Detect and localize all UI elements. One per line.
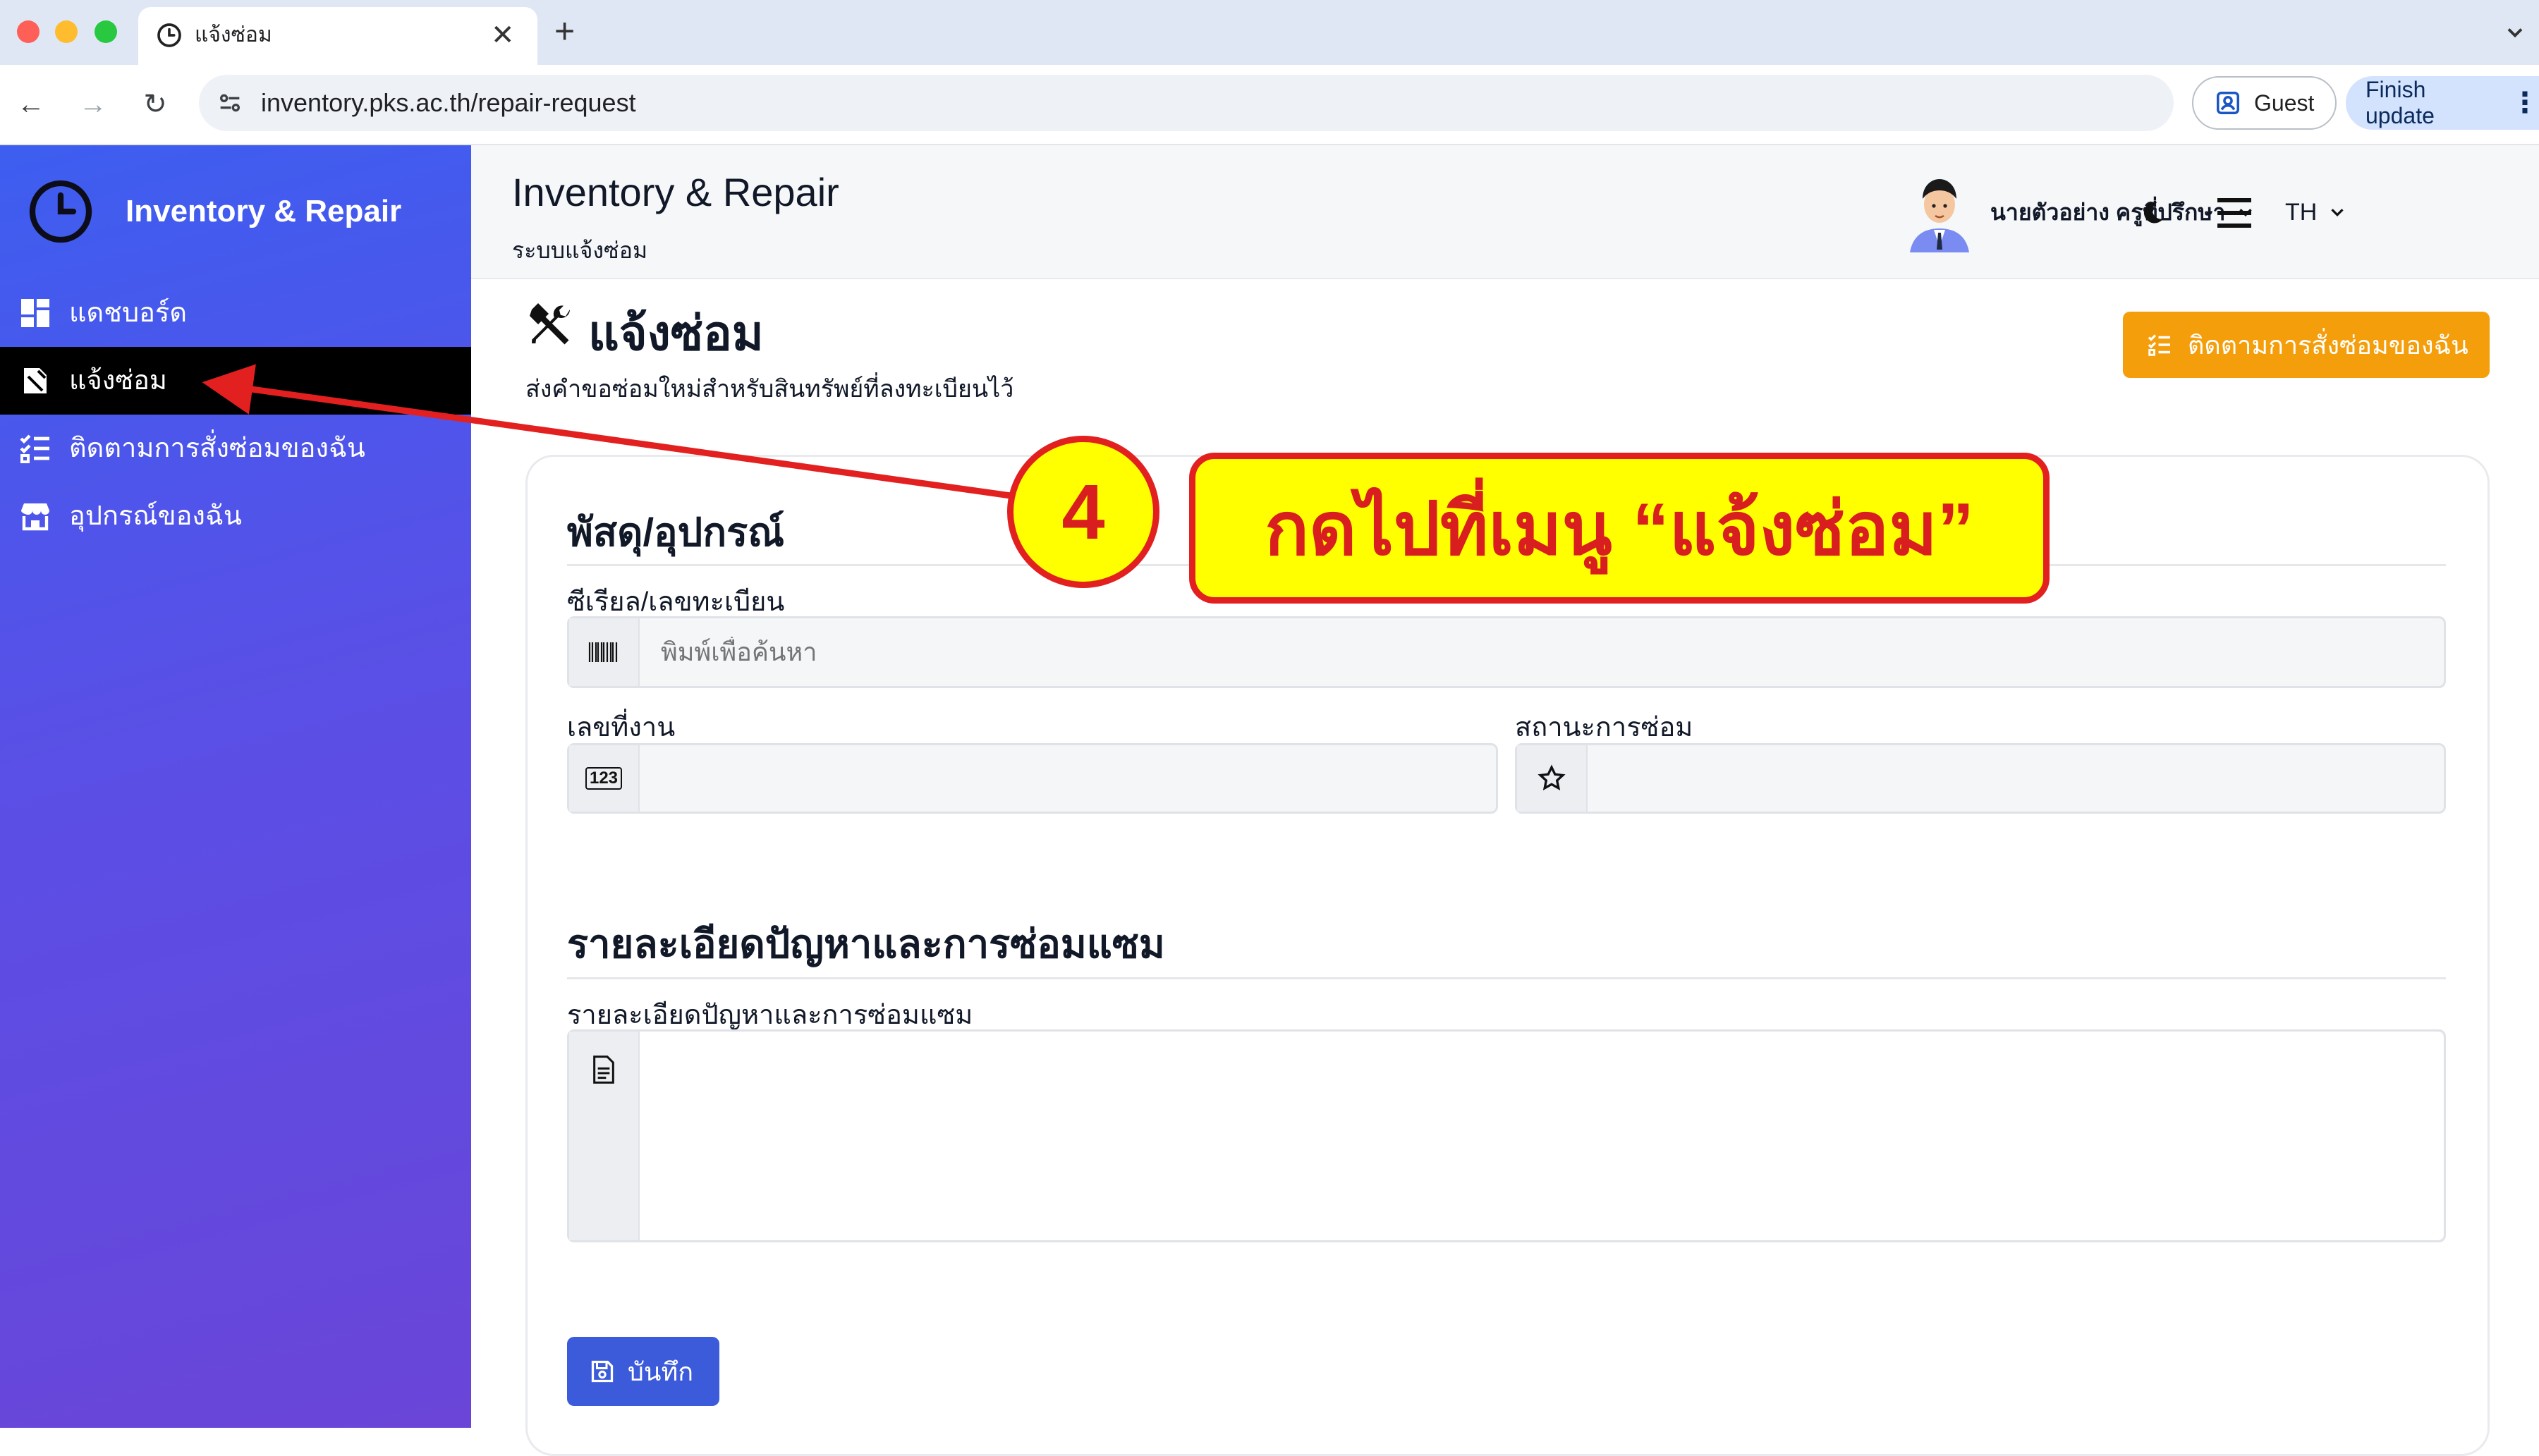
sidebar-item-label: แดชบอร์ด xyxy=(69,298,187,328)
app-header: Inventory & Repair ระบบแจ้งซ่อม นายตัวอย… xyxy=(471,145,2539,279)
sidebar-item-track-repairs[interactable]: ติดตามการสั่งซ่อมของฉัน xyxy=(0,415,471,482)
sidebar-brand[interactable]: Inventory & Repair xyxy=(25,176,401,247)
language-selector[interactable]: TH xyxy=(2285,195,2348,230)
job-number-field[interactable]: 123 xyxy=(567,743,1498,814)
divider xyxy=(567,977,2446,979)
job-number-label: เลขที่งาน xyxy=(567,713,676,742)
checklist-icon xyxy=(20,434,49,463)
guest-profile-button[interactable]: Guest xyxy=(2192,76,2337,130)
tab-search-chevron-icon[interactable] xyxy=(2502,20,2528,45)
app-subtitle: ระบบแจ้งซ่อม xyxy=(512,238,648,263)
sidebar-item-dashboard[interactable]: แดชบอร์ด xyxy=(0,279,471,347)
maximize-window-button[interactable] xyxy=(95,20,117,43)
track-repairs-button[interactable]: ติดตามการสั่งซ่อมของฉัน xyxy=(2123,312,2490,378)
save-button[interactable]: บันทึก xyxy=(567,1337,719,1406)
track-repairs-label: ติดตามการสั่งซ่อมของฉัน xyxy=(2188,330,2468,360)
sidebar-item-label: แจ้งซ่อม xyxy=(69,366,167,396)
star-icon xyxy=(1517,745,1588,812)
page-description: ส่งคำขอซ่อมใหม่สำหรับสินทรัพย์ที่ลงทะเบี… xyxy=(525,376,1014,403)
site-settings-icon[interactable] xyxy=(216,89,244,117)
browser-toolbar: ← → ↻ inventory.pks.ac.th/repair-request… xyxy=(0,65,2539,145)
close-window-button[interactable] xyxy=(17,20,39,43)
browser-tab[interactable]: แจ้งซ่อม ✕ xyxy=(138,7,537,65)
document-icon xyxy=(569,1032,640,1240)
serial-search-field[interactable] xyxy=(567,616,2446,688)
brand-name: Inventory & Repair xyxy=(126,194,402,228)
sidebar: Inventory & Repair แดชบอร์ด แจ้งซ่อม ติด… xyxy=(0,145,471,1428)
detail-textarea-field[interactable] xyxy=(567,1029,2446,1242)
finish-update-button[interactable]: Finish update ⋮ xyxy=(2346,76,2539,130)
chevron-down-icon xyxy=(2331,209,2344,217)
clock-logo-icon xyxy=(29,180,92,243)
user-name: นายตัวอย่าง ครูที่ปรึกษา xyxy=(1990,199,2226,225)
dashboard-icon xyxy=(21,299,49,327)
tab-close-icon[interactable]: ✕ xyxy=(491,17,515,54)
language-label: TH xyxy=(2285,198,2318,226)
save-disk-icon xyxy=(591,1360,614,1383)
repair-status-label: สถานะการซ่อม xyxy=(1515,713,1693,742)
guest-label: Guest xyxy=(2254,90,2315,116)
repair-status-field[interactable] xyxy=(1515,743,2446,814)
detail-textarea[interactable] xyxy=(640,1032,2444,1240)
hamburger-menu-icon[interactable] xyxy=(2215,196,2254,230)
store-icon xyxy=(21,503,49,531)
checklist-icon xyxy=(2148,334,2170,356)
profile-icon xyxy=(2217,92,2239,114)
number-icon: 123 xyxy=(569,745,640,812)
page-title: แจ้งซ่อม xyxy=(588,307,764,360)
minimize-window-button[interactable] xyxy=(55,20,78,43)
sidebar-item-label: อุปกรณ์ของฉัน xyxy=(69,501,242,531)
back-arrow-icon[interactable]: ← xyxy=(13,86,49,123)
sidebar-item-repair[interactable]: แจ้งซ่อม xyxy=(0,347,471,415)
section-title-detail: รายละเอียดปัญหาและการซ่อมแซม xyxy=(567,922,1165,966)
barcode-icon xyxy=(569,618,640,686)
dark-mode-moon-icon[interactable] xyxy=(2138,199,2167,227)
serial-search-input[interactable] xyxy=(659,637,2352,668)
sidebar-item-my-equipment[interactable]: อุปกรณ์ของฉัน xyxy=(0,482,471,550)
repair-note-icon xyxy=(24,368,47,393)
reload-icon[interactable]: ↻ xyxy=(137,86,173,123)
save-label: บันทึก xyxy=(628,1357,693,1386)
step-number-badge: 4 xyxy=(1007,436,1159,588)
more-options-icon[interactable]: ⋮ xyxy=(2511,87,2539,119)
clock-favicon-icon xyxy=(157,23,181,47)
browser-tab-strip: แจ้งซ่อม ✕ + xyxy=(0,0,2539,65)
finish-update-label: Finish update xyxy=(2366,77,2435,128)
address-bar[interactable]: inventory.pks.ac.th/repair-request xyxy=(199,75,2174,131)
new-tab-button[interactable]: + xyxy=(554,10,575,52)
user-avatar[interactable] xyxy=(1904,173,1975,252)
sidebar-item-label: ติดตามการสั่งซ่อมของฉัน xyxy=(69,434,365,463)
tools-icon xyxy=(530,303,570,345)
callout-text: กดไปที่เมนู “แจ้งซ่อม” xyxy=(1265,488,1974,570)
forward-arrow-icon[interactable]: → xyxy=(75,86,111,123)
section-title-equipment: พัสดุ/อุปกรณ์ xyxy=(567,510,785,554)
callout-box: กดไปที่เมนู “แจ้งซ่อม” xyxy=(1189,453,2050,604)
url-text[interactable]: inventory.pks.ac.th/repair-request xyxy=(261,87,636,118)
tab-title: แจ้งซ่อม xyxy=(195,23,272,47)
app-title: Inventory & Repair xyxy=(512,170,839,214)
